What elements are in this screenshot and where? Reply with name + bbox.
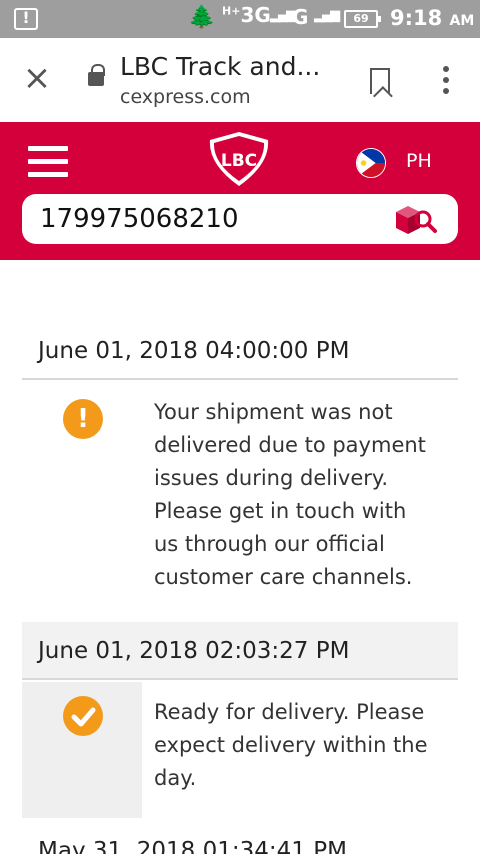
site-header: LBC PH — [0, 122, 480, 260]
entry-icon-cell — [22, 682, 142, 818]
message-line: Ready for delivery. Please — [154, 700, 425, 724]
network-secondary: G — [292, 5, 309, 29]
entry-date: June 01, 2018 02:03:27 PM — [22, 622, 458, 680]
entry-date: June 01, 2018 04:00:00 PM — [22, 322, 458, 380]
tree-icon: 🌲 — [188, 5, 216, 30]
status-bar: 🌲 H+3G ▂▄▆ G ▂▄▆ 69 9:18 AM — [0, 0, 480, 38]
tracking-search-box — [22, 194, 458, 244]
tracking-number-input[interactable] — [40, 194, 380, 244]
entry-date: May 31, 2018 01:34:41 PM — [38, 838, 347, 854]
country-selector[interactable]: PH — [406, 150, 432, 172]
browser-toolbar: × LBC Track and... cexpress.com — [0, 38, 480, 122]
battery-icon: 69 — [344, 10, 381, 28]
message-line: customer care channels. — [154, 565, 413, 589]
svg-text:LBC: LBC — [221, 151, 257, 171]
message-line: us through our official — [154, 532, 385, 556]
message-line: expect delivery within the — [154, 733, 428, 757]
lock-icon[interactable] — [88, 64, 105, 86]
message-line: Your shipment was not — [154, 400, 393, 424]
signal-bars-icon: ▂▄▆ — [270, 8, 296, 23]
page-title: LBC Track and... — [120, 52, 321, 81]
message-line: Please get in touch with — [154, 499, 407, 523]
network-primary: H+3G — [222, 3, 271, 27]
bookmark-icon[interactable] — [370, 68, 390, 94]
entry-message: Ready for delivery. Please expect delive… — [154, 696, 444, 795]
entry-icon-cell: ! — [22, 380, 142, 606]
lbc-logo[interactable]: LBC — [206, 130, 272, 188]
entry-message: Your shipment was not delivered due to p… — [154, 396, 444, 594]
exclamation-icon: ! — [63, 399, 103, 439]
page-url[interactable]: cexpress.com — [120, 86, 251, 108]
notification-alert-icon — [14, 8, 38, 30]
message-line: delivered due to payment — [154, 433, 426, 457]
message-line: issues during delivery. — [154, 466, 388, 490]
signal-bars-icon-2: ▂▄▆ — [314, 8, 340, 23]
track-package-search-icon[interactable] — [390, 202, 440, 236]
clock: 9:18 AM — [390, 6, 475, 30]
close-icon[interactable]: × — [22, 60, 52, 96]
checkmark-icon — [63, 696, 103, 736]
hamburger-menu-icon[interactable] — [28, 146, 68, 178]
philippines-flag-icon[interactable] — [356, 148, 386, 178]
overflow-menu-icon[interactable] — [436, 64, 456, 96]
